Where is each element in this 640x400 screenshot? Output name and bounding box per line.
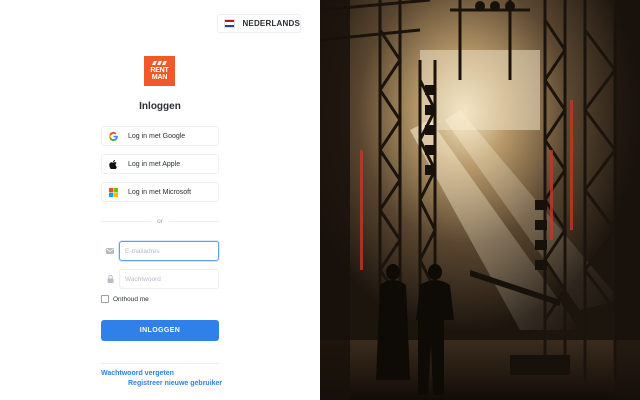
apple-icon: [108, 159, 118, 169]
or-label: or: [157, 217, 163, 225]
stage-rigging-photo: [320, 0, 640, 400]
remember-me-checkbox[interactable]: [101, 295, 109, 303]
microsoft-login-button[interactable]: Log in met Microsoft: [101, 182, 219, 202]
divider: [101, 363, 219, 364]
remember-me-label[interactable]: Onthoud me: [113, 296, 149, 303]
login-button[interactable]: INLOGGEN: [101, 320, 219, 341]
page-title: Inloggen: [139, 101, 181, 112]
google-icon: [108, 131, 118, 141]
logo-text-1: RENT: [150, 67, 169, 74]
hero-photo: [320, 0, 640, 400]
logo-mark-icon: [151, 61, 168, 65]
apple-login-button[interactable]: Log in met Apple: [101, 154, 219, 174]
logo-text-2: MAN: [151, 74, 168, 81]
google-login-button[interactable]: Log in met Google: [101, 126, 219, 146]
apple-login-label: Log in met Apple: [128, 160, 181, 168]
password-input[interactable]: [119, 269, 219, 289]
rentman-logo: RENT MAN: [144, 56, 175, 86]
login-panel: NEDERLANDS RENT MAN Inloggen Log in met …: [0, 0, 320, 400]
password-field-row: [101, 269, 219, 289]
microsoft-login-label: Log in met Microsoft: [128, 188, 192, 196]
google-login-label: Log in met Google: [128, 132, 186, 140]
email-input[interactable]: [119, 241, 219, 261]
mail-icon: [101, 248, 119, 254]
flag-nl-icon: [224, 19, 236, 28]
remember-me: Onthoud me: [101, 295, 149, 303]
register-link[interactable]: Registreer nieuwe gebruiker: [128, 380, 222, 387]
or-divider: or: [101, 216, 219, 226]
language-selector[interactable]: NEDERLANDS: [217, 14, 301, 33]
email-field-row: [101, 241, 219, 261]
microsoft-icon: [108, 187, 118, 197]
lock-icon: [101, 275, 119, 283]
language-label: NEDERLANDS: [242, 19, 300, 28]
forgot-password-link[interactable]: Wachtwoord vergeten: [101, 370, 174, 377]
